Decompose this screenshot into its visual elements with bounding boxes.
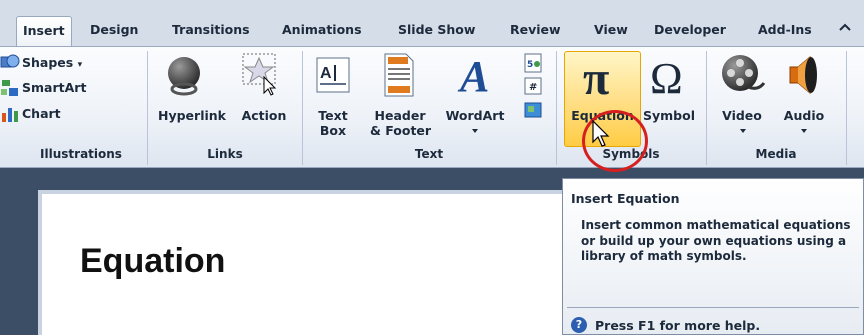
wordart-dropdown-icon <box>472 129 478 133</box>
ribbon-insert-panel: Shapes ▾ SmartArt Chart Illustrations Hy… <box>0 46 864 168</box>
tab-insert[interactable]: Insert <box>16 16 72 47</box>
group-label-media: Media <box>755 147 797 161</box>
wordart-label: WordArt <box>445 108 505 123</box>
text-box-label-2: Box <box>319 123 347 138</box>
group-label-illustrations: Illustrations <box>40 147 122 161</box>
tab-slide-show[interactable]: Slide Show <box>398 22 475 42</box>
hyperlink-label: Hyperlink <box>158 108 226 123</box>
svg-text:5: 5 <box>527 60 533 70</box>
group-separator <box>846 51 847 165</box>
action-label: Action <box>241 108 287 123</box>
smartart-label: SmartArt <box>22 80 87 95</box>
tooltip-title: Insert Equation <box>571 191 680 206</box>
audio-dropdown-icon <box>801 129 807 133</box>
symbol-label: Symbol <box>643 108 695 123</box>
tab-add-ins[interactable]: Add-Ins <box>758 22 812 42</box>
tab-animations[interactable]: Animations <box>282 22 362 42</box>
tab-transitions[interactable]: Transitions <box>172 22 250 42</box>
chart-icon <box>0 105 20 129</box>
globe-chain-icon <box>162 53 206 100</box>
group-separator <box>706 51 707 165</box>
group-label-links: Links <box>207 147 243 161</box>
audio-label: Audio <box>783 108 825 123</box>
group-separator <box>556 51 557 165</box>
header-footer-label-1: Header <box>374 108 426 123</box>
help-icon: ? <box>571 317 587 333</box>
text-box-label-1: Text <box>318 108 348 123</box>
tab-view[interactable]: View <box>594 22 628 42</box>
speaker-icon <box>784 53 826 100</box>
chart-label: Chart <box>22 106 61 121</box>
svg-text:A: A <box>320 65 332 82</box>
shapes-button[interactable]: Shapes ▾ <box>0 53 82 73</box>
tab-design[interactable]: Design <box>90 22 138 42</box>
group-separator <box>147 51 148 165</box>
ribbon-tab-bar: Insert Design Transitions Animations Sli… <box>0 0 864 47</box>
wordart-icon: A <box>456 51 496 102</box>
tab-developer[interactable]: Developer <box>654 22 726 42</box>
svg-text:π: π <box>583 52 609 102</box>
group-label-text: Text <box>414 147 444 161</box>
date-time-icon[interactable]: 5 <box>524 53 542 76</box>
slide-title[interactable]: Equation <box>80 242 225 281</box>
svg-text:Ω: Ω <box>650 54 683 101</box>
tab-review[interactable]: Review <box>510 22 561 42</box>
action-star-icon <box>240 51 280 100</box>
svg-text:#: # <box>529 82 537 93</box>
omega-icon: Ω <box>646 51 692 104</box>
mouse-cursor-icon <box>592 119 612 151</box>
video-label: Video <box>722 108 762 123</box>
slide-number-icon[interactable]: # <box>524 77 542 98</box>
tooltip: Insert Equation Insert common mathematic… <box>562 178 864 335</box>
shapes-icon <box>0 54 20 78</box>
video-dropdown-icon <box>740 129 746 133</box>
ribbon-collapse-icon[interactable] <box>838 21 852 36</box>
group-separator <box>302 51 303 165</box>
chart-button[interactable]: Chart <box>2 104 61 124</box>
smartart-icon <box>0 79 20 103</box>
text-box-icon: A <box>316 57 350 96</box>
object-icon[interactable] <box>524 101 542 122</box>
film-reel-icon <box>718 51 766 102</box>
tooltip-help-text: Press F1 for more help. <box>595 318 761 333</box>
svg-text:A: A <box>457 52 489 99</box>
tooltip-description: Insert common mathematical equations or … <box>581 218 851 263</box>
header-footer-icon <box>384 53 414 100</box>
smartart-button[interactable]: SmartArt <box>1 78 87 98</box>
shapes-label: Shapes <box>22 55 74 70</box>
tooltip-divider <box>567 307 859 308</box>
header-footer-label-2: & Footer <box>370 123 432 138</box>
pi-icon: π <box>575 52 629 105</box>
